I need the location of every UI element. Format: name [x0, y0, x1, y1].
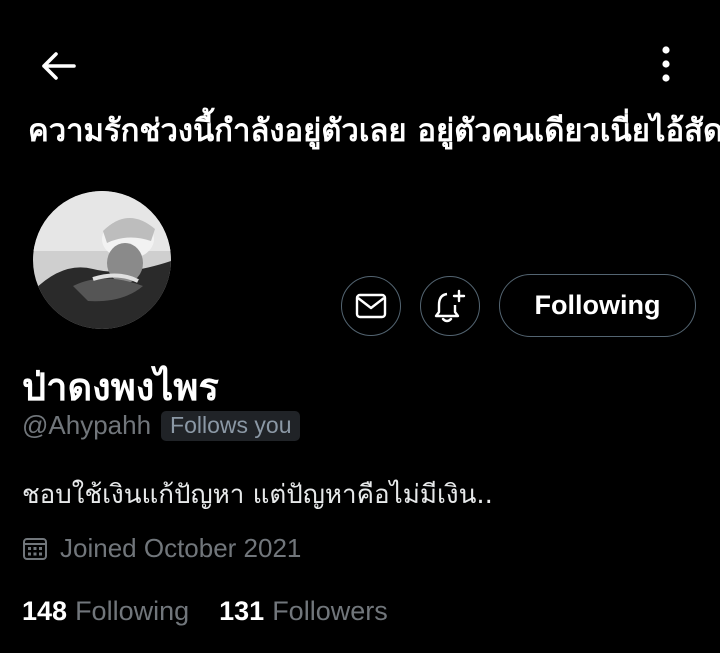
message-button[interactable] [341, 276, 401, 336]
calendar-icon [23, 537, 47, 560]
following-button[interactable]: Following [499, 274, 696, 337]
arrow-left-icon [42, 52, 76, 80]
user-handle: @Ahypahh [22, 410, 152, 440]
handle-row: @Ahypahh Follows you [22, 410, 301, 441]
envelope-icon [355, 293, 387, 319]
back-button[interactable] [36, 48, 80, 84]
follow-stats: 148 Following 131 Followers [22, 596, 388, 627]
joined-date: Joined October 2021 [22, 533, 301, 564]
more-options-button[interactable] [648, 44, 684, 84]
joined-label: Joined October 2021 [60, 533, 302, 563]
vertical-ellipsis-icon [662, 46, 670, 82]
followers-stat-label: Followers [272, 596, 388, 626]
followers-count: 131 [219, 596, 265, 626]
followers-stat[interactable]: 131 Followers [219, 596, 388, 627]
display-name: ป่าดงพงไพร [22, 365, 219, 409]
following-count: 148 [22, 596, 68, 626]
avatar-image [33, 191, 171, 329]
notify-button[interactable] [420, 276, 480, 336]
bio-text: ชอบใช้เงินแก้ปัญหา แต่ปัญหาคือไม่มีเงิน.… [22, 480, 493, 510]
avatar[interactable] [30, 188, 174, 332]
following-stat[interactable]: 148 Following [22, 596, 189, 627]
banner-text: ความรักช่วงนี้กำลังอยู่ตัวเลย อยู่ตัวคนเ… [28, 113, 720, 149]
following-stat-label: Following [75, 596, 190, 626]
follows-you-badge: Follows you [161, 410, 301, 441]
bell-plus-icon [434, 289, 466, 323]
